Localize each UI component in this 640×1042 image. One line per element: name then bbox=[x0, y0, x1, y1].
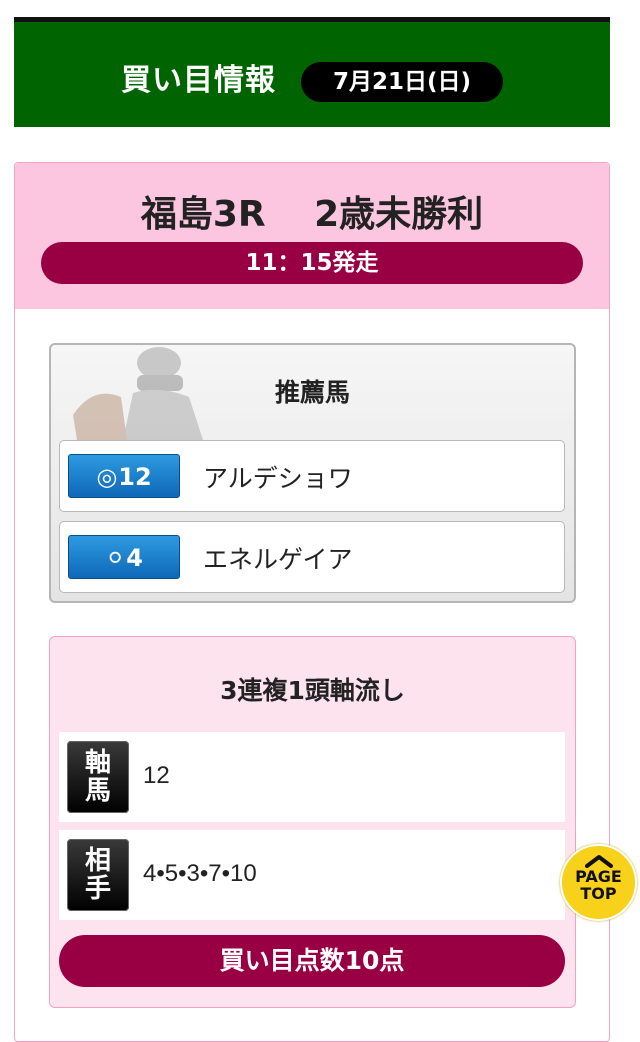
recommended-box: 推薦馬 ◎12 アルデショワ ⚪4 エネルゲイア bbox=[49, 343, 576, 603]
double-circle-icon: ◎ bbox=[96, 463, 118, 491]
page-top-button[interactable]: PAGE TOP bbox=[560, 844, 637, 921]
recommended-title: 推薦馬 bbox=[274, 378, 350, 407]
horse-number-button[interactable]: ◎12 bbox=[68, 454, 180, 498]
partner-horses-value: 4•5•3•7•10 bbox=[143, 860, 257, 887]
horse-number: 4 bbox=[126, 544, 143, 572]
start-time-bar: 11：15発走 bbox=[41, 242, 583, 284]
race-header: 福島3R 2歳未勝利 11：15発走 bbox=[15, 163, 609, 309]
bet-row-partner: 相 手 4•5•3•7•10 bbox=[59, 830, 565, 920]
header-bar: 買い目情報 7月21日(日) bbox=[14, 17, 610, 127]
horse-number-button[interactable]: ⚪4 bbox=[68, 535, 180, 579]
badge-char: 軸 bbox=[84, 748, 111, 778]
horse-name: アルデショワ bbox=[203, 464, 353, 493]
axis-badge: 軸 馬 bbox=[67, 741, 129, 813]
chevron-up-icon bbox=[584, 855, 613, 868]
header-title: 買い目情報 bbox=[121, 63, 276, 98]
bet-type-title: 3連複1頭軸流し bbox=[220, 676, 405, 705]
page-top-label: TOP bbox=[580, 884, 617, 903]
bet-box: 3連複1頭軸流し 軸 馬 12 相 手 4•5•3•7•10 買い目点数10点 bbox=[49, 636, 576, 1008]
recommended-horse-row: ◎12 アルデショワ bbox=[59, 440, 565, 512]
badge-char: 馬 bbox=[84, 776, 111, 806]
horse-number: 12 bbox=[118, 463, 152, 491]
axis-horse-value: 12 bbox=[143, 762, 170, 789]
page-top-label: PAGE bbox=[575, 867, 622, 886]
bet-row-axis: 軸 馬 12 bbox=[59, 732, 565, 822]
recommended-horse-row: ⚪4 エネルゲイア bbox=[59, 521, 565, 593]
date-badge: 7月21日(日) bbox=[301, 62, 503, 102]
partner-badge: 相 手 bbox=[67, 839, 129, 911]
circle-icon: ⚪ bbox=[105, 544, 126, 572]
race-card: 福島3R 2歳未勝利 11：15発走 推薦馬 ◎12 アルデショワ ⚪4 エネル… bbox=[14, 162, 610, 1042]
badge-char: 相 bbox=[84, 846, 111, 876]
horse-name: エネルゲイア bbox=[203, 545, 353, 574]
race-title: 福島3R 2歳未勝利 bbox=[140, 194, 484, 235]
badge-char: 手 bbox=[84, 874, 111, 904]
bet-count-bar: 買い目点数10点 bbox=[59, 935, 565, 987]
